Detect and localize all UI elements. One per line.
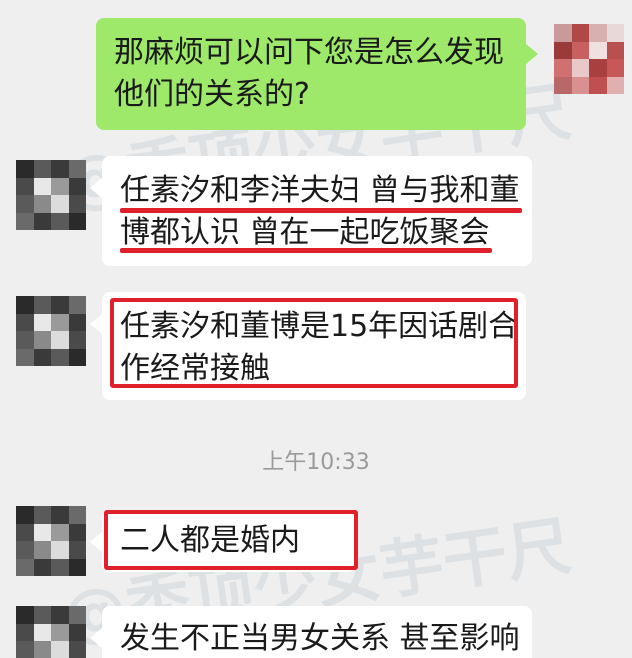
red-underline-mark [120,208,522,213]
contact-avatar[interactable] [16,606,86,658]
message-text-line: 发生不正当男女关系 甚至影响 [120,621,520,656]
message-text-line: 他们的关系的? [114,77,310,112]
contact-avatar[interactable] [16,160,86,230]
sender-avatar[interactable] [554,24,624,94]
red-underline-mark [120,248,492,253]
message-text-line: 任素汐和李洋夫妇 曾与我和董 [120,173,520,208]
message-bubble-incoming[interactable]: 发生不正当男女关系 甚至影响 [90,606,532,658]
contact-avatar[interactable] [16,296,86,366]
message-bubble-outgoing[interactable]: 那麻烦可以问下您是怎么发现 他们的关系的? [96,18,538,130]
red-highlight-box [104,510,358,570]
contact-avatar[interactable] [16,506,86,576]
message-text-line: 那麻烦可以问下您是怎么发现 [114,35,504,70]
message-timestamp: 上午10:33 [262,450,370,475]
chat-window: @秃顶少女芋干尺 @秃顶少女芋干尺 那麻烦可以问下您是怎么发现 他们的关系的? … [0,0,632,658]
red-highlight-box [110,298,518,388]
